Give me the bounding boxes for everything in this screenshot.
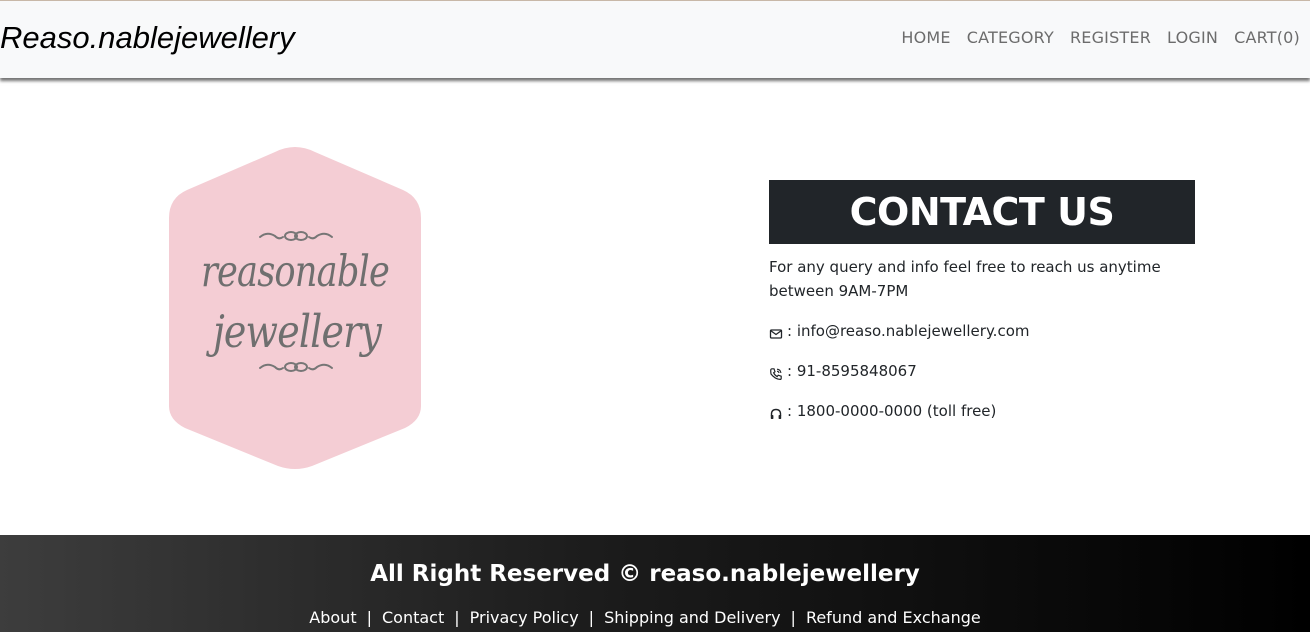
footer-separator: | [454, 608, 460, 627]
phone-icon [769, 364, 783, 381]
contact-email[interactable]: : info@reaso.nablejewellery.com [787, 319, 1030, 343]
contact-email-row: : info@reaso.nablejewellery.com [769, 319, 1195, 343]
nav-register-link[interactable]: REGISTER [1070, 28, 1151, 47]
nav-home-link[interactable]: HOME [901, 28, 950, 47]
footer-about-link[interactable]: About [309, 608, 356, 627]
footer-refund-link[interactable]: Refund and Exchange [806, 608, 981, 627]
headset-icon [769, 404, 783, 419]
footer-links: About | Contact | Privacy Policy | Shipp… [0, 608, 1290, 627]
nav-cart-link[interactable]: CART(0) [1234, 28, 1300, 47]
envelope-icon [769, 324, 783, 339]
nav-category-link[interactable]: CATEGORY [967, 28, 1054, 47]
contact-tollfree-row: : 1800-0000-0000 (toll free) [769, 399, 1195, 423]
nav-links: HOME CATEGORY REGISTER LOGIN CART(0) [901, 28, 1300, 47]
footer-copyright: All Right Reserved © reaso.nablejeweller… [370, 561, 920, 587]
footer-shipping-link[interactable]: Shipping and Delivery [604, 608, 780, 627]
footer-contact-link[interactable]: Contact [382, 608, 444, 627]
footer-separator: | [790, 608, 796, 627]
footer-privacy-link[interactable]: Privacy Policy [470, 608, 579, 627]
nav-login-link[interactable]: LOGIN [1167, 28, 1218, 47]
footer-separator: | [588, 608, 595, 627]
logo-line2: jewellery [205, 305, 382, 358]
logo-line1: reasonable [201, 247, 389, 297]
navbar: Reaso.nablejewellery HOME CATEGORY REGIS… [0, 0, 1310, 78]
contact-phone-row: : 91-8595848067 [769, 359, 1195, 383]
contact-intro: For any query and info feel free to reac… [769, 258, 1161, 300]
contact-section: CONTACT US For any query and info feel f… [769, 180, 1195, 423]
brand-link[interactable]: Reaso.nablejewellery [0, 20, 295, 56]
contact-tollfree[interactable]: : 1800-0000-0000 (toll free) [787, 399, 996, 423]
footer-separator: | [366, 608, 372, 627]
contact-phone[interactable]: : 91-8595848067 [787, 359, 917, 383]
footer: All Right Reserved © reaso.nablejeweller… [0, 535, 1310, 632]
contact-heading: CONTACT US [769, 180, 1195, 244]
contact-logo-image: reasonable jewellery [167, 144, 423, 472]
